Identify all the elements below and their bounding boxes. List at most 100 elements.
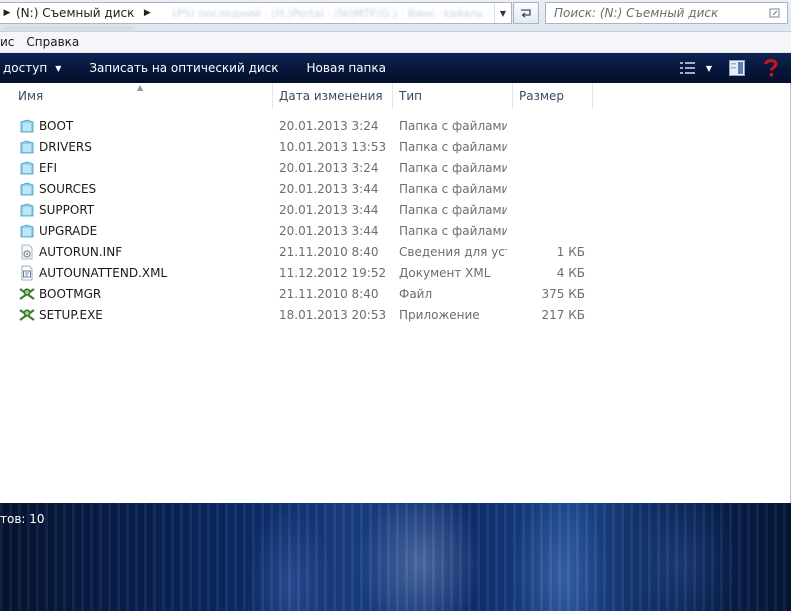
- search-field[interactable]: [545, 2, 788, 24]
- file-type: Папка с файлами: [399, 139, 507, 154]
- item-count: тов: 10: [0, 512, 45, 526]
- preview-pane-button[interactable]: [727, 59, 747, 77]
- file-name: BOOTMGR: [39, 286, 102, 301]
- file-size: 4 КБ: [556, 265, 585, 280]
- burn-disc-label: Записать на оптический диск: [89, 61, 279, 75]
- menu-item-help[interactable]: Справка: [20, 35, 85, 49]
- file-name: SETUP.EXE: [39, 307, 103, 322]
- file-type: Файл: [399, 286, 433, 301]
- column-header-type[interactable]: Тип: [393, 83, 513, 109]
- table-row[interactable]: EFI 20.01.2013 3:24 Папка с файлами: [0, 157, 600, 178]
- file-name: SOURCES: [39, 181, 97, 196]
- new-folder-label: Новая папка: [306, 61, 387, 75]
- address-bar: ▶ (N:) Съемный диск ▶ (PS) последний · (…: [0, 0, 791, 32]
- file-size: [515, 220, 585, 241]
- share-button-label: доступ: [3, 61, 48, 75]
- file-type: Сведения для уст...: [399, 244, 507, 259]
- address-field[interactable]: ▶ (N:) Съемный диск ▶ (PS) последний · (…: [0, 2, 512, 24]
- table-row[interactable]: UPGRADE 20.01.2013 3:44 Папка с файлами: [0, 220, 600, 241]
- view-dropdown-icon: ▼: [705, 63, 713, 73]
- column-headers: ▲ Имя Дата изменения Тип Размер: [0, 83, 791, 109]
- details-view-icon: [679, 62, 695, 74]
- column-header-name[interactable]: Имя: [12, 83, 273, 109]
- details-pane: тов: 10: [0, 503, 791, 611]
- menu-bar: ис Справка: [0, 32, 791, 53]
- address-ghost-bar: [4, 26, 134, 31]
- file-type: Папка с файлами: [399, 223, 507, 238]
- file-date: 20.01.2013 3:24: [279, 160, 379, 175]
- column-header-size-label: Размер: [519, 89, 565, 103]
- file-name: AUTOUNATTEND.XML: [39, 265, 168, 280]
- file-name: AUTORUN.INF: [39, 244, 123, 259]
- file-name: BOOT: [39, 118, 74, 133]
- menu-item-service[interactable]: ис: [0, 35, 20, 49]
- file-date: 20.01.2013 3:44: [279, 202, 379, 217]
- refresh-button[interactable]: [513, 2, 539, 24]
- folder-icon: [18, 115, 36, 136]
- file-date: 11.12.2012 19:52: [279, 265, 387, 280]
- file-date: 21.11.2010 8:40: [279, 286, 379, 301]
- file-type: Приложение: [399, 307, 480, 322]
- file-date: 20.01.2013 3:44: [279, 181, 379, 196]
- file-name: EFI: [39, 160, 58, 175]
- folder-icon: [18, 136, 36, 157]
- table-row[interactable]: SUPPORT 20.01.2013 3:44 Папка с файлами: [0, 199, 600, 220]
- table-row[interactable]: SOURCES 20.01.2013 3:44 Папка с файлами: [0, 178, 600, 199]
- xml-document-icon: [18, 262, 36, 283]
- location-arrow-icon[interactable]: ▶: [140, 8, 154, 18]
- file-date: 10.01.2013 13:53: [279, 139, 387, 154]
- folder-icon: [18, 178, 36, 199]
- burn-disc-button[interactable]: Записать на оптический диск: [75, 53, 292, 83]
- refresh-icon: [521, 9, 531, 18]
- folder-icon: [18, 220, 36, 241]
- file-size: [515, 157, 585, 178]
- file-size: [515, 178, 585, 199]
- file-date: 18.01.2013 20:53: [279, 307, 387, 322]
- column-header-type-label: Тип: [399, 89, 422, 103]
- file-name: SUPPORT: [39, 202, 95, 217]
- autorun-inf-icon: [18, 241, 36, 262]
- table-row[interactable]: DRIVERS 10.01.2013 13:53 Папка с файлами: [0, 136, 600, 157]
- file-size: 217 КБ: [541, 307, 585, 322]
- command-toolbar: доступ ▼ Записать на оптический диск Нов…: [0, 53, 791, 83]
- table-row[interactable]: BOOT 20.01.2013 3:24 Папка с файлами: [0, 115, 600, 136]
- help-icon: [764, 59, 778, 77]
- file-size: 1 КБ: [556, 244, 585, 259]
- file-type: Папка с файлами: [399, 160, 507, 175]
- file-size: 375 КБ: [541, 286, 585, 301]
- address-location[interactable]: (N:) Съемный диск: [16, 6, 134, 20]
- share-dropdown-icon: ▼: [55, 63, 62, 73]
- help-button[interactable]: [761, 59, 781, 77]
- path-arrow-icon[interactable]: ▶: [0, 8, 14, 18]
- search-icon[interactable]: [769, 7, 781, 19]
- file-name: DRIVERS: [39, 139, 92, 154]
- table-row[interactable]: SETUP.EXE 18.01.2013 20:53 Приложение 21…: [0, 304, 600, 325]
- column-header-date-label: Дата изменения: [279, 89, 383, 103]
- folder-icon: [18, 199, 36, 220]
- file-date: 20.01.2013 3:24: [279, 118, 379, 133]
- setup-executable-icon: [18, 283, 36, 304]
- file-date: 21.11.2010 8:40: [279, 244, 379, 259]
- search-input[interactable]: [554, 6, 764, 20]
- column-header-name-label: Имя: [18, 89, 44, 103]
- address-ghost-text: (PS) последний · (H:)Portal · (Ni)MTF(G:…: [172, 6, 491, 20]
- share-button[interactable]: доступ ▼: [0, 53, 75, 83]
- view-options-button[interactable]: ▼: [679, 59, 713, 77]
- table-row[interactable]: AUTOUNATTEND.XML 11.12.2012 19:52 Докуме…: [0, 262, 600, 283]
- table-row[interactable]: BOOTMGR 21.11.2010 8:40 Файл 375 КБ: [0, 283, 600, 304]
- file-size: [515, 199, 585, 220]
- file-type: Папка с файлами: [399, 118, 507, 133]
- address-dropdown-icon[interactable]: ▼: [494, 3, 511, 23]
- column-header-date[interactable]: Дата изменения: [273, 83, 393, 109]
- setup-executable-icon: [18, 304, 36, 325]
- file-name: UPGRADE: [39, 223, 98, 238]
- preview-pane-icon: [729, 60, 745, 76]
- column-header-size[interactable]: Размер: [513, 83, 593, 109]
- folder-icon: [18, 157, 36, 178]
- file-date: 20.01.2013 3:44: [279, 223, 379, 238]
- file-type: Документ XML: [399, 265, 491, 280]
- file-size: [515, 115, 585, 136]
- file-size: [515, 136, 585, 157]
- table-row[interactable]: AUTORUN.INF 21.11.2010 8:40 Сведения для…: [0, 241, 600, 262]
- new-folder-button[interactable]: Новая папка: [293, 53, 400, 83]
